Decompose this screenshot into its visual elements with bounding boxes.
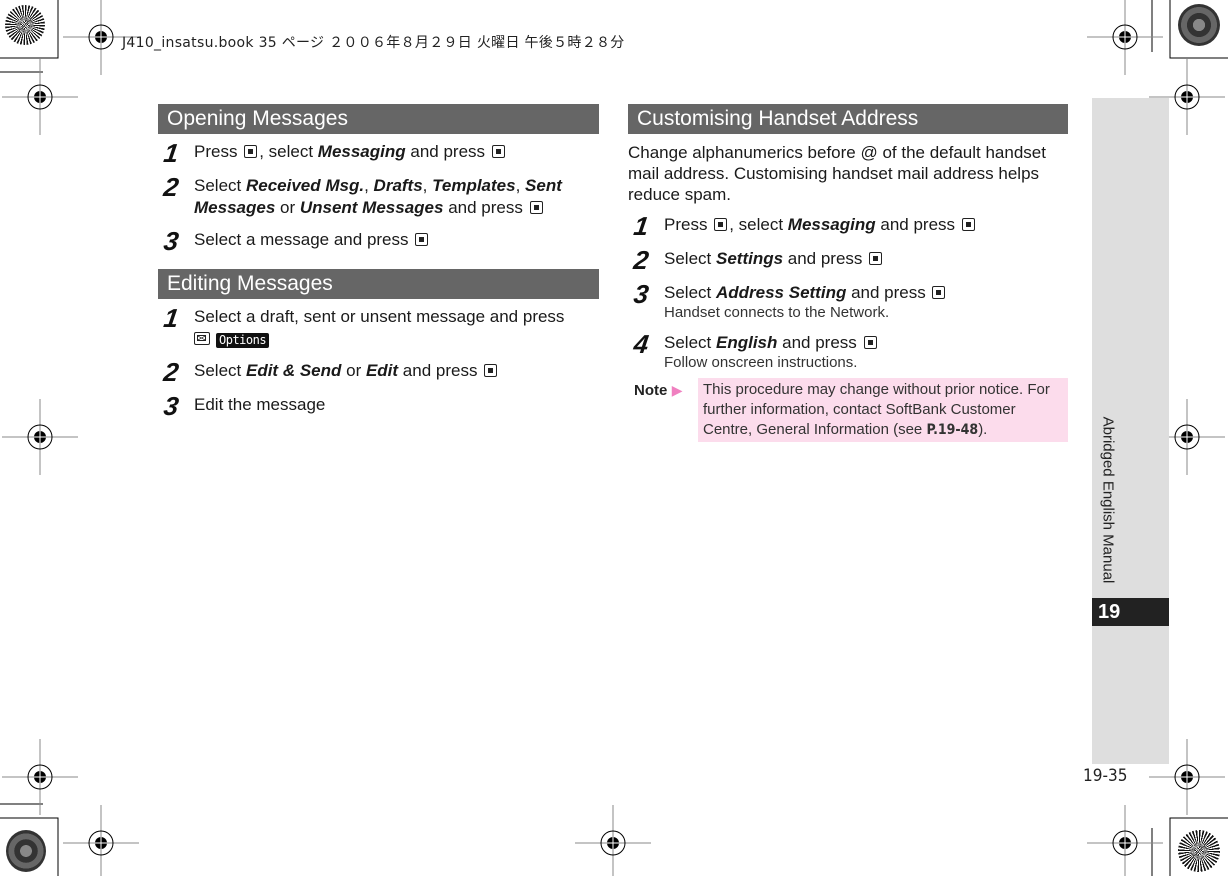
center-key-icon: [714, 218, 728, 231]
section-title: Editing Messages: [158, 269, 599, 299]
step-1: 1 Press , select Messaging and press: [161, 138, 599, 168]
step-2: 2 Select Received Msg., Drafts, Template…: [161, 172, 562, 217]
print-header: J410_insatsu.book 35 ページ ２００６年８月２９日 火曜日 …: [122, 35, 625, 51]
center-key-icon: [484, 364, 498, 377]
page-reference-link[interactable]: P.19-48: [926, 422, 978, 438]
step-3: 3 Select a message and press: [161, 226, 599, 256]
step-number: 3: [161, 391, 181, 421]
step-number: 2: [161, 172, 181, 202]
section-editing-messages: Editing Messages 1 Select a draft, sent …: [158, 269, 599, 421]
section-customising-handset-address: Customising Handset Address Change alpha…: [628, 104, 1068, 442]
step-note: Handset connects to the Network.: [664, 304, 890, 321]
step-number: 2: [631, 245, 651, 275]
center-key-icon: [529, 201, 543, 214]
step-number: 1: [161, 303, 181, 333]
options-softkey: Options: [216, 333, 270, 348]
step-number: 3: [161, 226, 181, 256]
crosshair-mark: [1087, 0, 1163, 75]
page-number: 19-35: [1083, 766, 1128, 786]
note-arrow-icon: ▶: [671, 382, 683, 398]
note: Note ▶ This procedure may change without…: [628, 378, 1068, 442]
crosshair-mark: [2, 59, 78, 135]
step-3: 3 Edit the message: [161, 391, 326, 421]
center-key-icon: [863, 336, 877, 349]
step-number: 2: [161, 357, 181, 387]
center-key-icon: [932, 286, 946, 299]
crosshair-mark: [575, 805, 651, 876]
note-box: This procedure may change without prior …: [698, 378, 1068, 442]
chapter-number: 19: [1092, 598, 1169, 626]
intro-paragraph: Change alphanumerics before @ of the def…: [628, 143, 1046, 204]
center-key-icon: [244, 145, 258, 158]
step-1: 1 Select a draft, sent or unsent message…: [161, 303, 565, 348]
note-label: Note: [634, 382, 668, 399]
center-key-icon: [415, 233, 429, 246]
step-number: 1: [631, 211, 651, 241]
side-tab-label: Abridged English Manual: [1099, 416, 1117, 584]
section-opening-messages: Opening Messages 1 Press , select Messag…: [158, 104, 599, 256]
crosshair-mark: [63, 805, 139, 876]
step-3: 3 Select Address Setting and press Hands…: [631, 279, 1068, 322]
center-key-icon: [869, 252, 883, 265]
section-title: Opening Messages: [158, 104, 599, 134]
crosshair-mark: [1087, 805, 1163, 876]
mail-key-icon: [194, 332, 210, 345]
center-key-icon: [961, 218, 975, 231]
step-4: 4 Select English and press Follow onscre…: [631, 329, 1068, 372]
crosshair-mark: [2, 399, 78, 475]
step-number: 3: [631, 279, 651, 309]
section-title: Customising Handset Address: [628, 104, 1068, 134]
center-key-icon: [491, 145, 505, 158]
step-2: 2 Select Edit & Send or Edit and press: [161, 357, 599, 387]
step-number: 1: [161, 138, 181, 168]
step-1: 1 Press , select Messaging and press: [631, 211, 1068, 241]
step-2: 2 Select Settings and press: [631, 245, 1068, 275]
step-number: 4: [631, 329, 651, 359]
crosshair-mark: [2, 739, 78, 815]
step-note: Follow onscreen instructions.: [664, 354, 858, 371]
